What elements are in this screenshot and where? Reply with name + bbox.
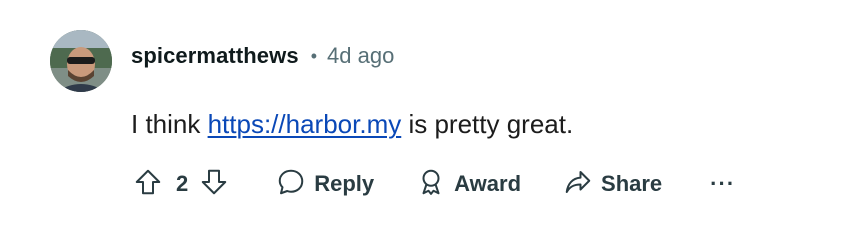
comment-meta: spicermatthews • 4d ago: [131, 40, 394, 72]
reply-button[interactable]: Reply: [276, 164, 374, 204]
author-username[interactable]: spicermatthews: [131, 43, 299, 69]
meta-separator: •: [310, 45, 318, 66]
downvote-arrow-icon: [199, 167, 229, 202]
comment-timestamp[interactable]: 4d ago: [327, 43, 394, 69]
comment-body: I think https://harbor.my is pretty grea…: [131, 106, 573, 142]
vote-score: 2: [176, 171, 189, 196]
share-label: Share: [601, 171, 663, 196]
upvote-arrow-icon: [133, 167, 163, 202]
comment-text-before: I think: [131, 109, 208, 139]
share-button[interactable]: Share: [563, 164, 662, 204]
upvote-button[interactable]: [128, 164, 168, 204]
share-arrow-icon: [563, 167, 593, 202]
vote-controls: 2: [128, 164, 234, 204]
comment-link[interactable]: https://harbor.my: [208, 109, 402, 139]
award-label: Award: [454, 171, 522, 196]
award-ribbon-icon: [416, 167, 446, 202]
comment-actions: 2 Reply Award Share ···: [128, 162, 735, 206]
user-avatar[interactable]: [50, 30, 112, 92]
reply-label: Reply: [314, 171, 375, 196]
speech-bubble-icon: [276, 167, 306, 202]
more-options-button[interactable]: ···: [710, 171, 735, 197]
award-button[interactable]: Award: [416, 164, 521, 204]
downvote-button[interactable]: [194, 164, 234, 204]
comment-text-after: is pretty great.: [401, 109, 574, 139]
